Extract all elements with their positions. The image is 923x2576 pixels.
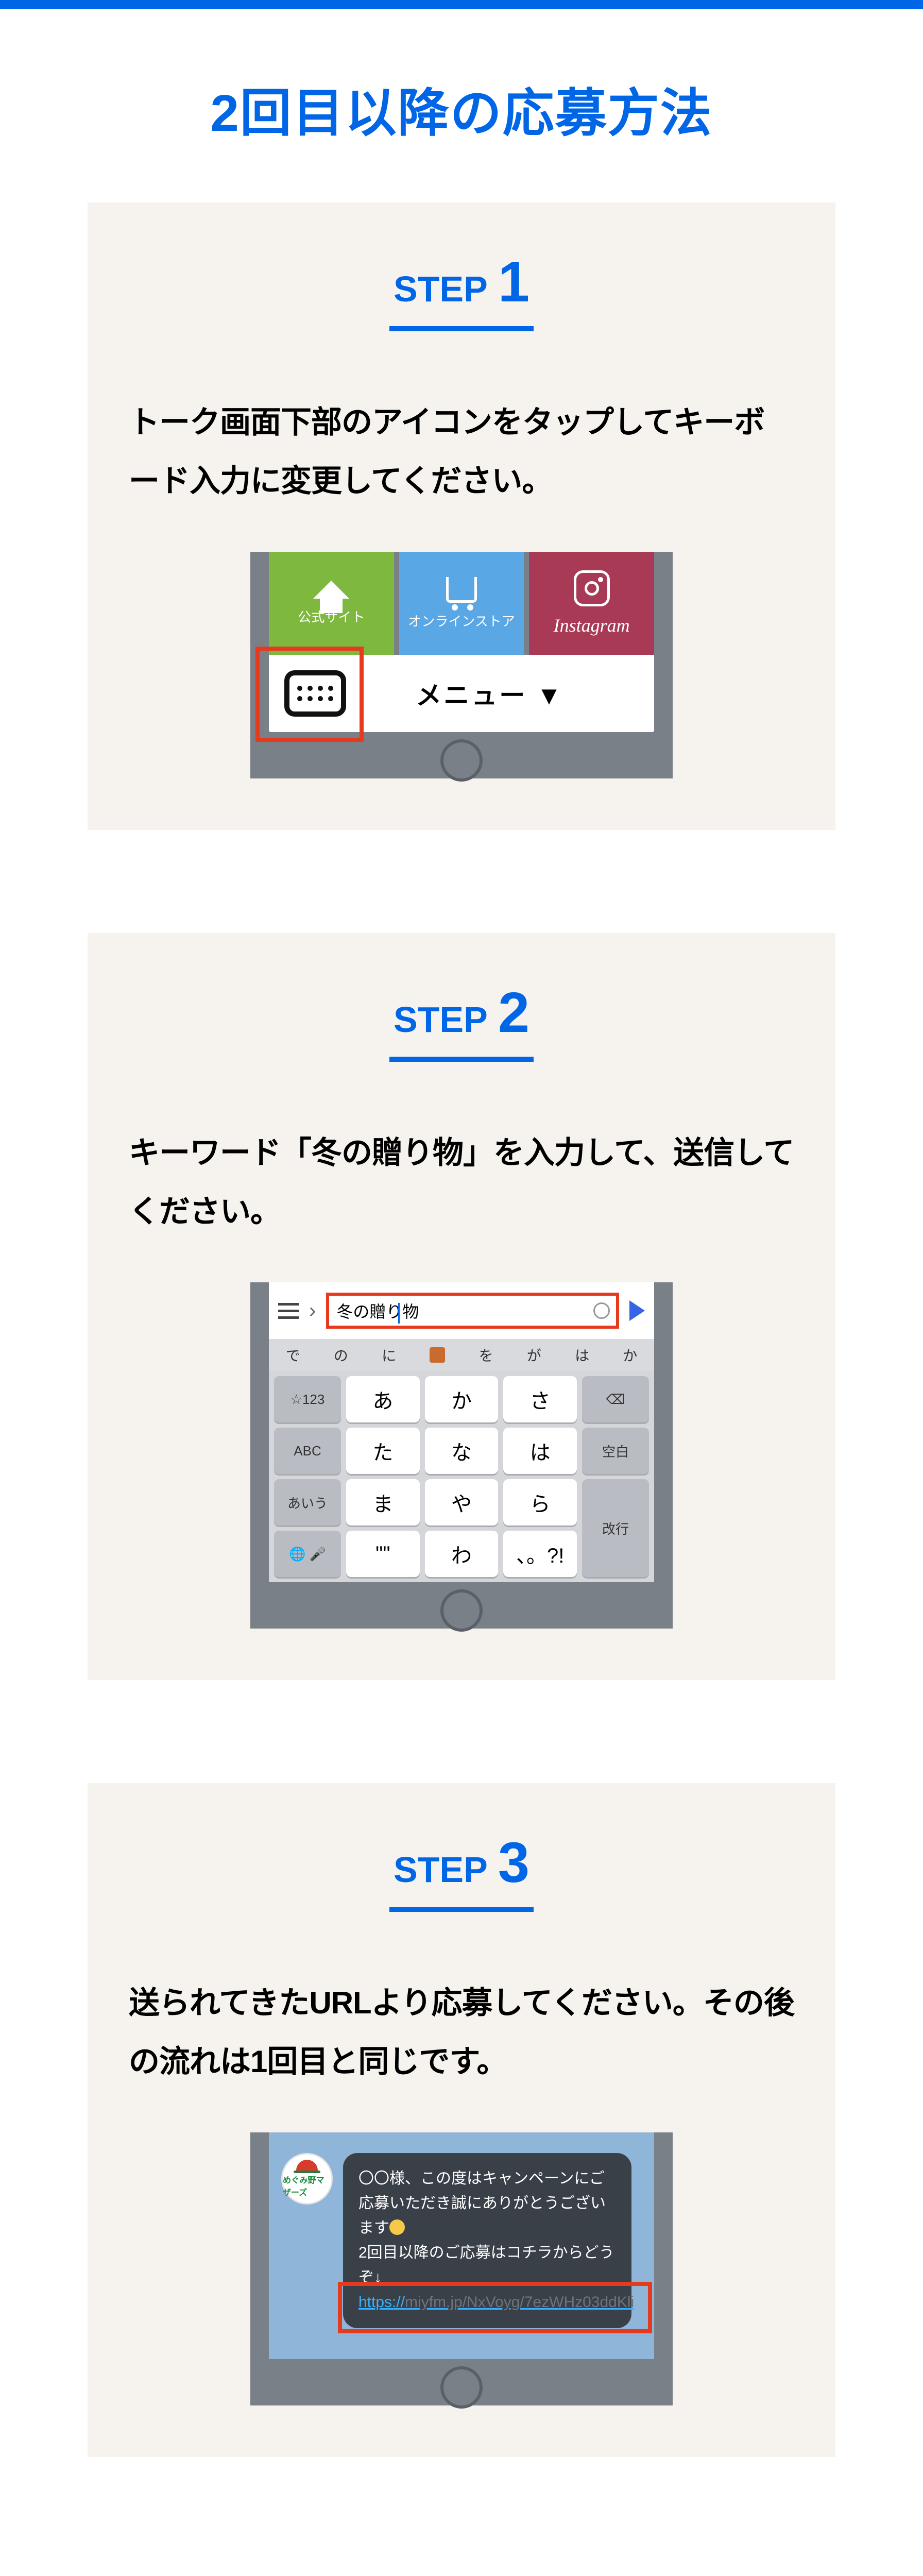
home-indicator bbox=[269, 1582, 654, 1629]
step-number: 3 bbox=[498, 1835, 529, 1891]
page-title: 2回目以降の応募方法 bbox=[88, 71, 835, 146]
sugg-item[interactable]: か bbox=[623, 1345, 637, 1365]
key-ra[interactable]: ら bbox=[503, 1479, 577, 1526]
key-ma[interactable]: ま bbox=[346, 1479, 420, 1526]
cart-icon bbox=[446, 577, 477, 603]
content-wrap: 2回目以降の応募方法 STEP 1 トーク画面下部のアイコンをタップしてキーボー… bbox=[0, 9, 923, 2576]
sugg-item[interactable]: は bbox=[575, 1345, 589, 1365]
key-na[interactable]: な bbox=[425, 1428, 499, 1474]
step-1-header: STEP 1 bbox=[129, 254, 794, 331]
keyboard-toggle-button[interactable] bbox=[284, 670, 346, 717]
sender-avatar[interactable]: めぐみ野マザーズ bbox=[281, 2153, 333, 2205]
link-scheme: https:// bbox=[358, 2294, 405, 2311]
key-backspace[interactable]: ⌫ bbox=[582, 1376, 649, 1422]
step-word: STEP bbox=[394, 999, 488, 1040]
home-indicator bbox=[269, 732, 654, 778]
link-masked: miyfm.jp/NxVoyg/7ezWHz03ddKli bbox=[405, 2294, 634, 2311]
key-enter[interactable]: 改行 bbox=[582, 1479, 649, 1577]
step-1-card: STEP 1 トーク画面下部のアイコンをタップしてキーボード入力に変更してくださ… bbox=[88, 202, 835, 830]
send-button[interactable] bbox=[629, 1300, 645, 1321]
chat-area: めぐみ野マザーズ 〇〇様、この度はキャンペーンにご応募いただき誠にありがとうござ… bbox=[269, 2132, 654, 2359]
step-2-card: STEP 2 キーワード「冬の贈り物」を入力して、送信してください。 › 冬の贈… bbox=[88, 933, 835, 1680]
key-ta[interactable]: た bbox=[346, 1428, 420, 1474]
house-icon bbox=[313, 581, 349, 599]
step-underline bbox=[389, 326, 534, 331]
menu-official-site-button[interactable]: 公式サイト bbox=[269, 552, 394, 655]
key-ya[interactable]: や bbox=[425, 1479, 499, 1526]
sugg-item[interactable]: の bbox=[334, 1345, 348, 1365]
step-2-text: キーワード「冬の贈り物」を入力して、送信してください。 bbox=[129, 1124, 794, 1241]
sugg-item[interactable]: が bbox=[527, 1345, 541, 1365]
key-small[interactable]: "" bbox=[346, 1531, 420, 1577]
input-value: 冬の贈り物 bbox=[336, 1299, 419, 1323]
phone-mock-3: めぐみ野マザーズ 〇〇様、この度はキャンペーンにご応募いただき誠にありがとうござ… bbox=[250, 2132, 673, 2405]
key-kana[interactable]: あいう bbox=[274, 1479, 341, 1526]
menu-online-store-button[interactable]: オンラインストア bbox=[399, 552, 524, 655]
key-space[interactable]: 空白 bbox=[582, 1428, 649, 1474]
avatar-icon bbox=[296, 2160, 318, 2171]
key-punct[interactable]: 、。?! bbox=[503, 1531, 577, 1577]
step-3-card: STEP 3 送られてきたURLより応募してください。その後の流れは1回目と同じ… bbox=[88, 1783, 835, 2457]
step-underline bbox=[389, 1057, 534, 1062]
chat-bottom-bar: メニュー ▼ bbox=[269, 655, 654, 732]
chat-message-bubble: 〇〇様、この度はキャンペーンにご応募いただき誠にありがとうございます 2回目以降… bbox=[343, 2153, 631, 2328]
gift-icon[interactable] bbox=[430, 1347, 445, 1363]
key-123[interactable]: ☆123 bbox=[274, 1376, 341, 1422]
chevron-right-icon[interactable]: › bbox=[309, 1299, 316, 1323]
msg-line2: 2回目以降のご応募はコチラからどうぞ↓ bbox=[358, 2244, 614, 2286]
step-number: 2 bbox=[498, 985, 529, 1041]
step-1-text: トーク画面下部のアイコンをタップしてキーボード入力に変更してください。 bbox=[129, 393, 794, 511]
instagram-icon bbox=[574, 570, 610, 606]
key-sa[interactable]: さ bbox=[503, 1376, 577, 1422]
menu-dropdown[interactable]: メニュー ▼ bbox=[346, 675, 654, 712]
avatar-label: めぐみ野マザーズ bbox=[283, 2173, 331, 2198]
menu-icon[interactable] bbox=[278, 1303, 299, 1319]
step-1-label: STEP 1 bbox=[394, 254, 529, 311]
key-ka[interactable]: か bbox=[425, 1376, 499, 1422]
keyboard-icon bbox=[297, 686, 333, 701]
step-number: 1 bbox=[498, 254, 529, 311]
rich-menu-grid: 公式サイト オンラインストア Instagram bbox=[269, 552, 654, 655]
phone-mock-1: 公式サイト オンラインストア Instagram bbox=[250, 552, 673, 778]
menu-online-label: オンラインストア bbox=[408, 611, 515, 630]
step-3-text: 送られてきたURLより応募してください。その後の流れは1回目と同じです。 bbox=[129, 1974, 794, 2091]
phone-mock-2: › 冬の贈り物 で の に を が は か bbox=[250, 1282, 673, 1629]
step-3-header: STEP 3 bbox=[129, 1835, 794, 1912]
step-underline bbox=[389, 1907, 534, 1912]
step-word: STEP bbox=[394, 268, 488, 310]
sugg-item[interactable]: に bbox=[382, 1345, 396, 1365]
sugg-item[interactable]: で bbox=[286, 1345, 300, 1365]
smile-emoji-icon bbox=[389, 2219, 405, 2235]
step-word: STEP bbox=[394, 1849, 488, 1890]
menu-insta-label: Instagram bbox=[554, 615, 630, 636]
sugg-item[interactable]: を bbox=[479, 1345, 493, 1365]
key-globe-mic[interactable]: 🌐 🎤 bbox=[274, 1531, 341, 1577]
key-wa[interactable]: わ bbox=[425, 1531, 499, 1577]
step-3-label: STEP 3 bbox=[394, 1835, 529, 1891]
home-indicator bbox=[269, 2359, 654, 2405]
message-input[interactable]: 冬の贈り物 bbox=[326, 1293, 619, 1329]
reply-url-link[interactable]: https://miyfm.jp/NxVoyg/7ezWHz03ddKli bbox=[358, 2294, 634, 2311]
step-2-header: STEP 2 bbox=[129, 985, 794, 1062]
top-accent-bar bbox=[0, 0, 923, 9]
step-2-label: STEP 2 bbox=[394, 985, 529, 1041]
text-caret bbox=[398, 1303, 400, 1324]
key-abc[interactable]: ABC bbox=[274, 1428, 341, 1474]
key-ha[interactable]: は bbox=[503, 1428, 577, 1474]
emoji-icon[interactable] bbox=[593, 1302, 610, 1319]
menu-instagram-button[interactable]: Instagram bbox=[529, 552, 654, 655]
jp-keyboard: ☆123 あ か さ ⌫ ABC た な は 空白 あいう ま や ら 改行 🌐… bbox=[269, 1371, 654, 1582]
suggestion-bar: で の に を が は か bbox=[269, 1339, 654, 1371]
chat-input-bar: › 冬の贈り物 bbox=[269, 1282, 654, 1339]
key-a[interactable]: あ bbox=[346, 1376, 420, 1422]
